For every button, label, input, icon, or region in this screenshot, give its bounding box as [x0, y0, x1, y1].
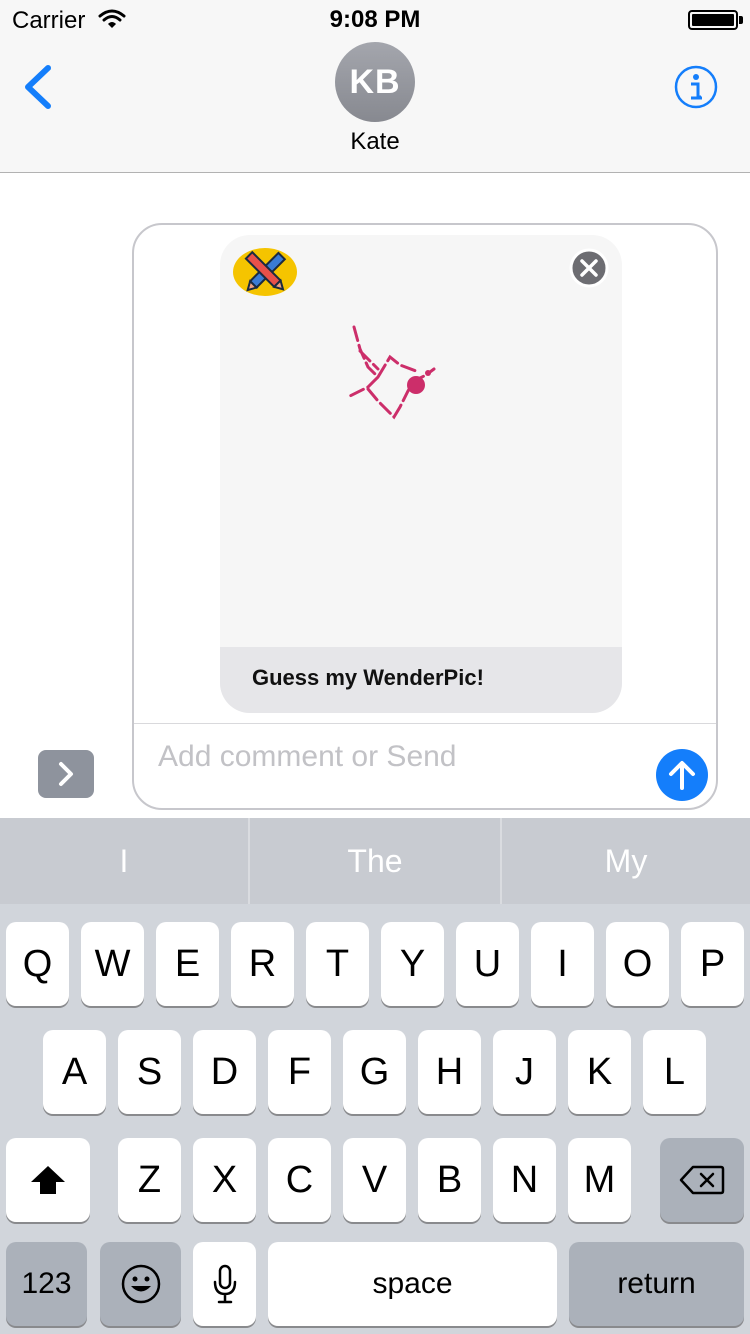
message-composer: Guess my WenderPic! Add comment or Send — [132, 223, 718, 810]
key-h[interactable]: H — [418, 1030, 481, 1114]
info-icon[interactable] — [674, 65, 718, 109]
card-caption: Guess my WenderPic! — [252, 665, 484, 690]
shift-key[interactable] — [6, 1138, 90, 1222]
key-u[interactable]: U — [456, 922, 519, 1006]
chevron-right-icon — [59, 762, 73, 786]
key-a[interactable]: A — [43, 1030, 106, 1114]
key-d[interactable]: D — [193, 1030, 256, 1114]
battery-tip — [739, 16, 743, 24]
backspace-icon — [679, 1165, 725, 1195]
key-m[interactable]: M — [568, 1138, 631, 1222]
key-o[interactable]: O — [606, 922, 669, 1006]
wenderpic-message-card[interactable]: Guess my WenderPic! — [220, 235, 622, 713]
key-x[interactable]: X — [193, 1138, 256, 1222]
send-button[interactable] — [656, 749, 708, 801]
microphone-icon — [213, 1264, 236, 1304]
key-t[interactable]: T — [306, 922, 369, 1006]
prediction-1[interactable]: I — [0, 818, 248, 904]
caption-bar: Guess my WenderPic! — [220, 647, 622, 713]
key-v[interactable]: V — [343, 1138, 406, 1222]
prediction-2[interactable]: The — [250, 818, 500, 904]
key-p[interactable]: P — [681, 922, 744, 1006]
conversation-header: KB Kate — [0, 40, 750, 173]
key-c[interactable]: C — [268, 1138, 331, 1222]
prediction-3[interactable]: My — [502, 818, 750, 904]
predictive-text-bar: I The My — [0, 818, 750, 904]
close-icon[interactable] — [569, 248, 609, 288]
composer-divider — [134, 723, 716, 724]
numbers-key[interactable]: 123 — [6, 1242, 87, 1326]
emoji-key[interactable] — [100, 1242, 181, 1326]
arrow-up-icon — [669, 761, 695, 790]
key-q[interactable]: Q — [6, 922, 69, 1006]
key-z[interactable]: Z — [118, 1138, 181, 1222]
key-n[interactable]: N — [493, 1138, 556, 1222]
contact-avatar[interactable]: KB — [335, 42, 415, 122]
comment-input[interactable]: Add comment or Send — [158, 740, 457, 774]
key-b[interactable]: B — [418, 1138, 481, 1222]
keyboard: Q W E R T Y U I O P A S D F G H J K L Z … — [0, 904, 750, 1334]
app-drawer-expand-button[interactable] — [38, 750, 94, 798]
back-chevron-icon[interactable] — [18, 62, 58, 112]
key-f[interactable]: F — [268, 1030, 331, 1114]
crayons-app-icon — [233, 248, 297, 296]
dictation-key[interactable] — [193, 1242, 256, 1326]
key-y[interactable]: Y — [381, 922, 444, 1006]
contact-name[interactable]: Kate — [0, 128, 750, 156]
key-l[interactable]: L — [643, 1030, 706, 1114]
key-g[interactable]: G — [343, 1030, 406, 1114]
emoji-icon — [121, 1264, 160, 1304]
key-i[interactable]: I — [531, 922, 594, 1006]
sketch-drawing — [346, 325, 436, 420]
key-s[interactable]: S — [118, 1030, 181, 1114]
key-w[interactable]: W — [81, 922, 144, 1006]
messages-screen: Carrier 9:08 PM KB Kate Guess my WenderP… — [0, 0, 750, 1334]
key-j[interactable]: J — [493, 1030, 556, 1114]
delete-key[interactable] — [660, 1138, 744, 1222]
key-r[interactable]: R — [231, 922, 294, 1006]
clock: 9:08 PM — [329, 6, 421, 33]
key-k[interactable]: K — [568, 1030, 631, 1114]
battery-icon — [688, 10, 738, 30]
return-key[interactable]: return — [569, 1242, 744, 1326]
shift-arrow-icon — [31, 1166, 65, 1194]
status-bar: Carrier 9:08 PM — [0, 0, 750, 40]
space-key[interactable]: space — [268, 1242, 557, 1326]
key-e[interactable]: E — [156, 922, 219, 1006]
